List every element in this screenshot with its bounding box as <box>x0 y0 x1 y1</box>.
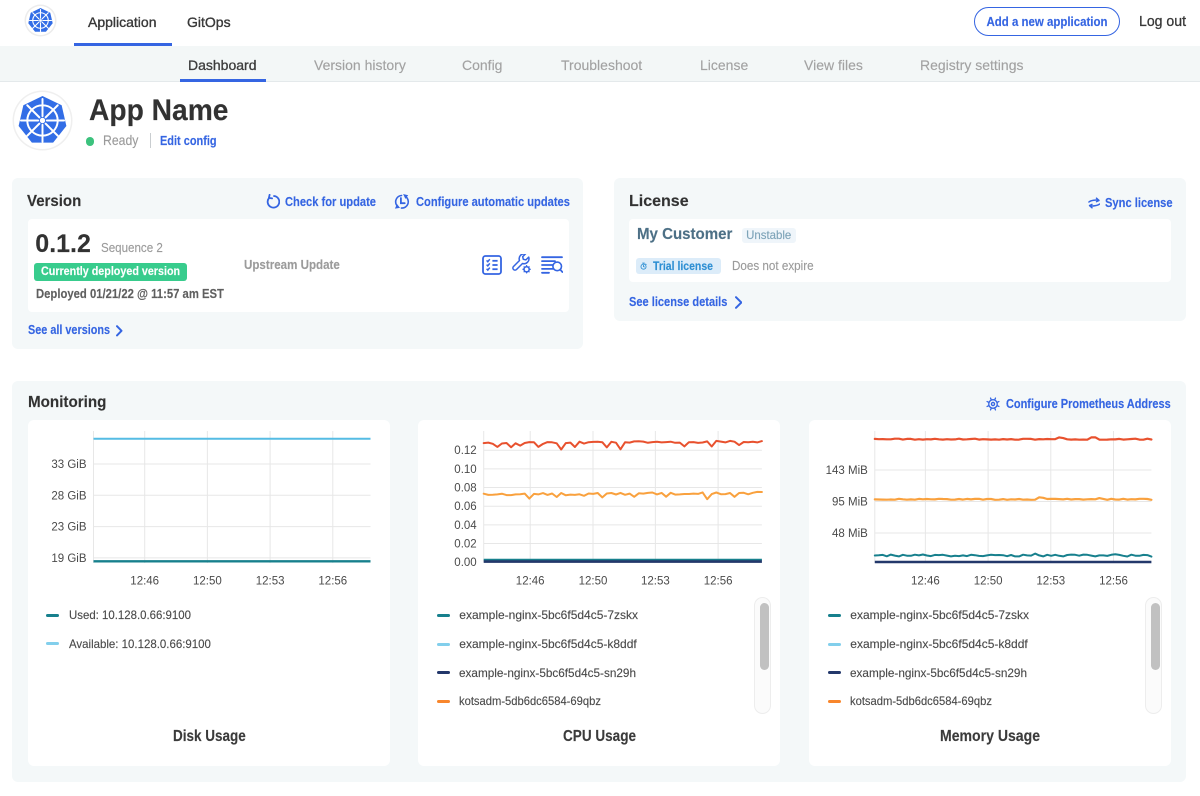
svg-text:12:56: 12:56 <box>704 576 733 588</box>
svg-text:12:50: 12:50 <box>974 576 1003 588</box>
svg-text:0.06: 0.06 <box>454 501 476 513</box>
svg-text:23 GiB: 23 GiB <box>51 522 86 534</box>
svg-text:12:50: 12:50 <box>579 576 608 588</box>
svg-text:33 GiB: 33 GiB <box>51 459 86 471</box>
svg-text:12:53: 12:53 <box>1036 576 1065 588</box>
svg-text:0.08: 0.08 <box>454 483 476 495</box>
svg-text:143 MiB: 143 MiB <box>826 465 869 477</box>
svg-text:12:50: 12:50 <box>193 576 222 588</box>
svg-text:12:46: 12:46 <box>130 576 159 588</box>
svg-text:12:53: 12:53 <box>256 576 285 588</box>
svg-text:28 GiB: 28 GiB <box>51 490 86 502</box>
svg-text:0.12: 0.12 <box>454 445 476 457</box>
svg-text:12:46: 12:46 <box>516 576 545 588</box>
svg-text:0.10: 0.10 <box>454 464 476 476</box>
svg-text:12:53: 12:53 <box>641 576 670 588</box>
svg-text:95 MiB: 95 MiB <box>832 497 868 509</box>
svg-text:0.00: 0.00 <box>454 557 476 569</box>
svg-text:48 MiB: 48 MiB <box>832 528 868 540</box>
svg-text:19 GiB: 19 GiB <box>51 553 86 565</box>
svg-text:12:46: 12:46 <box>911 576 940 588</box>
svg-text:12:56: 12:56 <box>1099 576 1128 588</box>
svg-text:12:56: 12:56 <box>318 576 347 588</box>
svg-text:0.02: 0.02 <box>454 539 476 551</box>
svg-text:0.04: 0.04 <box>454 520 477 532</box>
